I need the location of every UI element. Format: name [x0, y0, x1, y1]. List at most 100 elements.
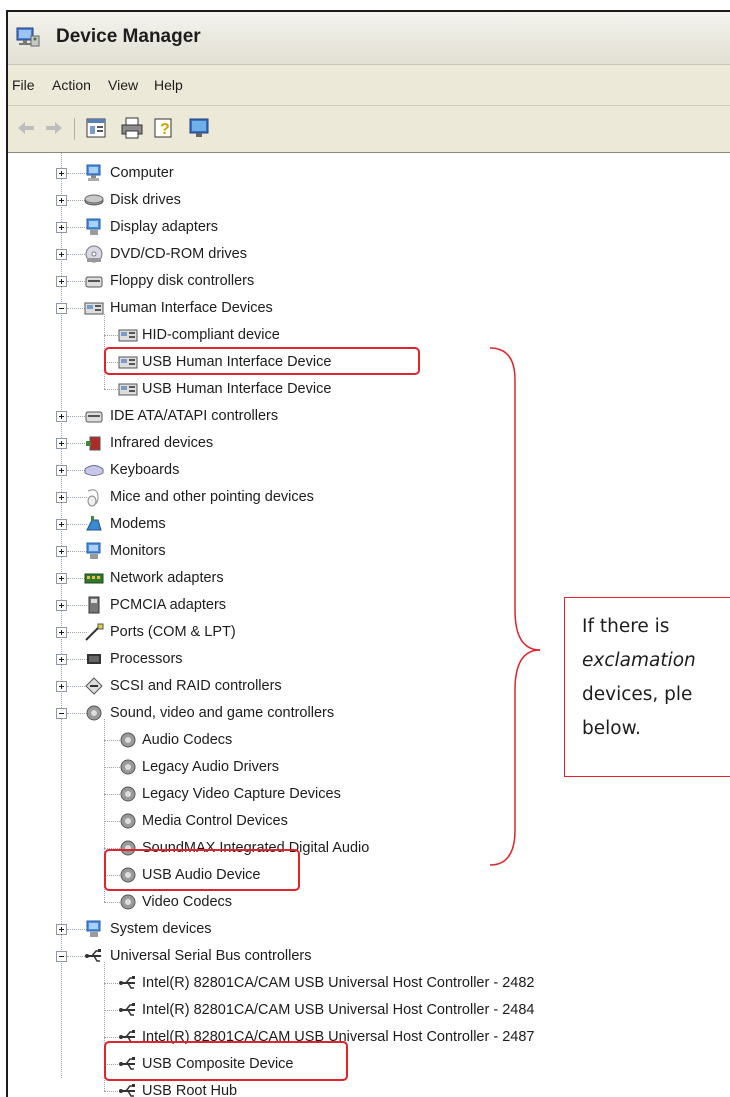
expand-plus-icon[interactable]: [56, 411, 67, 422]
expand-plus-icon[interactable]: [56, 438, 67, 449]
tree-item-modems[interactable]: Modems: [8, 511, 730, 538]
properties-icon[interactable]: [84, 116, 108, 140]
title-bar: Device Manager: [8, 12, 730, 65]
tree-item-label: Processors: [110, 651, 183, 667]
tree-item-label: USB Human Interface Device: [142, 381, 332, 397]
usb-icon: [85, 949, 101, 962]
menu-file[interactable]: File: [12, 77, 35, 93]
tree-item-ide-ata-atapi-controllers[interactable]: IDE ATA/ATAPI controllers: [8, 403, 730, 430]
ide-controller-icon: [85, 411, 103, 423]
tree-item-floppy-disk-controllers[interactable]: Floppy disk controllers: [8, 268, 730, 295]
keyboard-icon: [84, 465, 104, 476]
collapse-minus-icon[interactable]: [56, 951, 67, 962]
tree-item-label: PCMCIA adapters: [110, 597, 227, 613]
window-title: Device Manager: [56, 26, 201, 47]
help-icon[interactable]: ?: [152, 116, 176, 140]
sound-device-icon: [120, 786, 136, 802]
tree-item-media-control-devices[interactable]: Media Control Devices: [8, 808, 730, 835]
scan-hardware-icon[interactable]: [188, 116, 212, 140]
tree-item-label: Universal Serial Bus controllers: [110, 948, 312, 964]
expand-plus-icon[interactable]: [56, 600, 67, 611]
forward-arrow-icon[interactable]: [42, 116, 66, 140]
expand-plus-icon[interactable]: [56, 195, 67, 206]
tree-item-mice-and-other-pointing-devices[interactable]: Mice and other pointing devices: [8, 484, 730, 511]
tree-item-label: Infrared devices: [110, 435, 214, 451]
tree-item-infrared-devices[interactable]: Infrared devices: [8, 430, 730, 457]
tree-item-label: Modems: [110, 516, 166, 532]
port-icon: [85, 623, 104, 641]
expand-plus-icon[interactable]: [56, 519, 67, 530]
menu-help[interactable]: Help: [154, 77, 183, 93]
expand-plus-icon[interactable]: [56, 168, 67, 179]
expand-plus-icon[interactable]: [56, 627, 67, 638]
tree-item-label: Disk drives: [110, 192, 181, 208]
menu-action[interactable]: Action: [52, 77, 91, 93]
tree-item-human-interface-devices[interactable]: Human Interface Devices: [8, 295, 730, 322]
back-arrow-icon[interactable]: [14, 116, 38, 140]
tree-item-label: HID-compliant device: [142, 327, 280, 343]
tree-item-label: Ports (COM & LPT): [110, 624, 236, 640]
sound-icon: [86, 705, 102, 721]
tree-item-label: Keyboards: [110, 462, 180, 478]
callout-line-3: devices, ple: [582, 684, 693, 705]
usb-device-icon: [119, 976, 135, 989]
tree-item-label: Computer: [110, 165, 174, 181]
expand-plus-icon[interactable]: [56, 465, 67, 476]
computer-icon: [86, 164, 101, 181]
tree-item-label: SCSI and RAID controllers: [110, 678, 282, 694]
tree-item-label: Legacy Video Capture Devices: [142, 786, 341, 802]
tree-item-video-codecs[interactable]: Video Codecs: [8, 889, 730, 916]
tree-item-label: Monitors: [110, 543, 166, 559]
tree-item-keyboards[interactable]: Keyboards: [8, 457, 730, 484]
menu-view[interactable]: View: [108, 77, 138, 93]
highlight-usb-composite: [104, 1041, 348, 1081]
callout-line-2: exclamation: [582, 650, 696, 671]
expand-plus-icon[interactable]: [56, 654, 67, 665]
tree-item-usb-human-interface-device[interactable]: USB Human Interface Device: [8, 376, 730, 403]
tree-item-legacy-video-capture-devices[interactable]: Legacy Video Capture Devices: [8, 781, 730, 808]
infrared-icon: [86, 436, 101, 451]
svg-text:?: ?: [160, 121, 170, 138]
tree-item-label: Sound, video and game controllers: [110, 705, 335, 721]
tree-item-label: Intel(R) 82801CA/CAM USB Universal Host …: [142, 1002, 535, 1018]
tree-item-universal-serial-bus-controllers[interactable]: Universal Serial Bus controllers: [8, 943, 730, 970]
device-manager-window: Device Manager File Action View Help ? C…: [6, 10, 730, 1097]
highlight-usb-hid: [104, 347, 420, 375]
tree-item-hid-compliant-device[interactable]: HID-compliant device: [8, 322, 730, 349]
tree-item-label: Display adapters: [110, 219, 218, 235]
expand-plus-icon[interactable]: [56, 276, 67, 287]
highlight-usb-audio: [104, 849, 300, 891]
tree-item-display-adapters[interactable]: Display adapters: [8, 214, 730, 241]
processor-icon: [87, 654, 101, 664]
collapse-minus-icon[interactable]: [56, 303, 67, 314]
tree-item-label: Legacy Audio Drivers: [142, 759, 280, 775]
tree-item-disk-drives[interactable]: Disk drives: [8, 187, 730, 214]
disk-drive-icon: [84, 194, 104, 206]
expand-plus-icon[interactable]: [56, 681, 67, 692]
tree-item-intel-r-82801ca-cam-usb-universal-host-controller-2484[interactable]: Intel(R) 82801CA/CAM USB Universal Host …: [8, 997, 730, 1024]
tree-item-system-devices[interactable]: System devices: [8, 916, 730, 943]
tree-item-dvd-cd-rom-drives[interactable]: DVD/CD-ROM drives: [8, 241, 730, 268]
expand-plus-icon[interactable]: [56, 222, 67, 233]
expand-plus-icon[interactable]: [56, 492, 67, 503]
expand-plus-icon[interactable]: [56, 924, 67, 935]
floppy-controller-icon: [85, 276, 103, 288]
callout-box: If there is exclamation devices, ple bel…: [564, 597, 730, 777]
modem-icon: [86, 516, 102, 531]
cd-drive-icon: [85, 245, 103, 263]
collapse-minus-icon[interactable]: [56, 708, 67, 719]
brace-upper: [489, 347, 541, 651]
expand-plus-icon[interactable]: [56, 249, 67, 260]
expand-plus-icon[interactable]: [56, 546, 67, 557]
sound-device-icon: [120, 894, 136, 910]
tree-item-label: DVD/CD-ROM drives: [110, 246, 247, 262]
system-device-icon: [86, 920, 101, 937]
print-icon[interactable]: [120, 116, 144, 140]
hid-icon: [84, 302, 104, 315]
expand-plus-icon[interactable]: [56, 573, 67, 584]
tree-item-network-adapters[interactable]: Network adapters: [8, 565, 730, 592]
network-adapter-icon: [84, 573, 104, 584]
tree-item-monitors[interactable]: Monitors: [8, 538, 730, 565]
tree-item-computer[interactable]: Computer: [8, 160, 730, 187]
tree-item-intel-r-82801ca-cam-usb-universal-host-controller-2482[interactable]: Intel(R) 82801CA/CAM USB Universal Host …: [8, 970, 730, 997]
